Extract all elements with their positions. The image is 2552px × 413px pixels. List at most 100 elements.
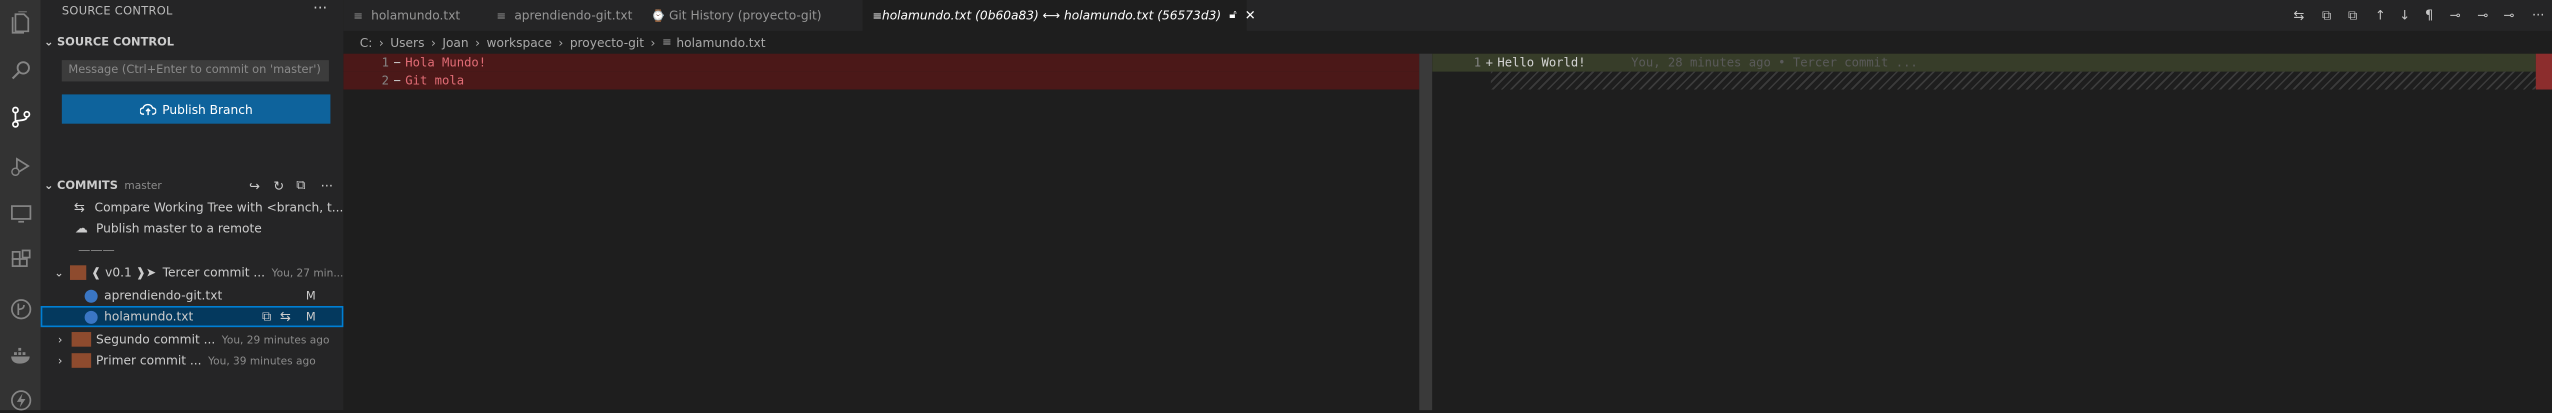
publish-branch-button[interactable]: Publish Branch: [61, 94, 331, 124]
status-badge: M: [305, 288, 316, 302]
commit-icon[interactable]: ⊸: [2474, 7, 2492, 25]
cloud-upload-icon: [139, 103, 156, 116]
editor-tab-bar: ≡ holamundo.txt ≡ aprendiendo-git.txt ⌚ …: [343, 0, 2552, 31]
file-row[interactable]: holamundo.txt ⧉ ⇆ M: [40, 305, 344, 328]
commit-row[interactable]: › Segundo commit ... You, 29 minutes ago: [41, 329, 344, 350]
tab-aprendiendo-git[interactable]: ≡ aprendiendo-git.txt: [496, 0, 651, 31]
commit-row[interactable]: › Primer commit ... You, 39 minutes ago: [41, 350, 344, 371]
line-text: Hello World!: [1497, 55, 1586, 70]
scm-section-header[interactable]: ⌄ SOURCE CONTROL: [41, 33, 344, 53]
chevron-down-icon: ⌄: [44, 179, 54, 193]
open-file-icon[interactable]: ⧉: [2318, 7, 2336, 25]
git-graph-icon[interactable]: [7, 295, 35, 323]
refresh-icon[interactable]: ↻: [273, 178, 284, 193]
commit-next-icon[interactable]: ⊸: [2500, 7, 2518, 25]
commit-prev-icon[interactable]: ⊸: [2446, 7, 2464, 25]
commits-section-header[interactable]: ⌄ COMMITS master ↪ ↻ ⧉ ···: [41, 176, 344, 196]
arrow-up-icon[interactable]: ↑: [2371, 7, 2389, 25]
file-row[interactable]: aprendiendo-git.txt M: [41, 285, 344, 306]
commits-section-label: COMMITS: [56, 179, 118, 193]
avatar: [69, 265, 87, 280]
tab-git-history[interactable]: ⌚ Git History (proyecto-git): [651, 0, 856, 31]
remote-explorer-icon[interactable]: [7, 199, 35, 227]
more-actions-icon[interactable]: ···: [313, 2, 327, 18]
added-mark: +: [1485, 55, 1493, 70]
publish-remote-label: Publish master to a remote: [96, 221, 262, 237]
commit-message-input[interactable]: Message (Ctrl+Enter to commit on 'master…: [61, 60, 329, 82]
switch-branch-icon[interactable]: ↪: [249, 178, 260, 193]
tab-diff[interactable]: ≡ holamundo.txt (0b60a83) ⟷ holamundo.tx…: [862, 0, 1256, 31]
file-icon: ≡: [496, 8, 506, 22]
breadcrumb-item[interactable]: workspace: [487, 35, 552, 50]
deleted-line: 2 − Git mola: [343, 71, 1420, 90]
commit-tag: ❰ v0.1 ❱➤: [91, 265, 157, 280]
removed-mark: −: [393, 73, 401, 88]
scm-section-label: SOURCE CONTROL: [56, 35, 175, 49]
line-text: Hola Mundo!: [405, 55, 487, 70]
diff-splitter[interactable]: [1419, 53, 1433, 411]
breadcrumb-item[interactable]: holamundo.txt: [676, 35, 765, 50]
breadcrumb-item[interactable]: proyecto-git: [570, 35, 644, 50]
open-changes-icon[interactable]: ⧉: [2344, 7, 2362, 25]
chevron-right-icon: ›: [650, 34, 656, 50]
git-compare-icon[interactable]: ⇆: [2290, 7, 2308, 25]
commit-meta: You, 29 minutes ago: [221, 332, 330, 346]
run-debug-icon[interactable]: [7, 151, 35, 179]
breadcrumb: C: › Users › Joan › workspace › proyecto…: [343, 31, 2552, 54]
tab-label: Git History (proyecto-git): [668, 8, 822, 23]
explorer-icon[interactable]: [7, 8, 35, 36]
file-icon: ≡: [353, 8, 363, 22]
search-icon[interactable]: [7, 55, 35, 83]
open-file-icon[interactable]: ⧉: [262, 308, 271, 324]
compare-icon[interactable]: ⇆: [280, 309, 291, 324]
commit-title: Primer commit ...: [96, 353, 202, 368]
close-icon[interactable]: ✕: [1245, 8, 1256, 23]
commit-row[interactable]: ⌄ ❰ v0.1 ❱➤ Tercer commit ... You, 27 mi…: [41, 262, 344, 283]
arrow-down-icon[interactable]: ↓: [2396, 7, 2414, 25]
chevron-down-icon: ⌄: [54, 266, 64, 280]
compare-working-tree-item[interactable]: ⇆ Compare Working Tree with <branch, t..…: [41, 197, 344, 218]
commit-meta: You, 39 minutes ago: [208, 354, 316, 368]
toggle-whitespace-icon[interactable]: ¶: [2420, 7, 2438, 25]
breadcrumb-item[interactable]: C:: [360, 35, 373, 50]
chevron-right-icon: ›: [558, 34, 564, 50]
status-badge: M: [305, 310, 316, 324]
diff-original-editor[interactable]: 1 − Hola Mundo! 2 − Git mola: [343, 53, 1420, 411]
commits-branch: master: [124, 179, 162, 193]
history-icon: ⌚: [651, 8, 666, 22]
collapse-all-icon[interactable]: ⧉: [296, 177, 305, 193]
source-control-icon[interactable]: [7, 103, 35, 131]
blame-annotation: You, 28 minutes ago • Tercer commit ...: [1631, 55, 1918, 70]
chevron-right-icon: ›: [57, 332, 63, 346]
file-name: holamundo.txt: [104, 309, 194, 324]
commit-meta: You, 27 min...: [271, 266, 344, 280]
source-control-sidebar: SOURCE CONTROL ··· ⌄ SOURCE CONTROL Mess…: [40, 0, 344, 411]
tab-label: aprendiendo-git.txt: [514, 8, 633, 23]
publish-remote-item[interactable]: ☁ Publish master to a remote: [41, 218, 344, 239]
chevron-right-icon: ›: [430, 34, 436, 50]
avatar: [71, 353, 92, 368]
breadcrumb-item[interactable]: Joan: [442, 35, 468, 50]
more-actions-icon[interactable]: ···: [2529, 7, 2547, 25]
tab-label: holamundo.txt (0b60a83) ⟷ holamundo.txt …: [881, 8, 1222, 23]
lock-icon: 🔓︎: [1229, 8, 1237, 22]
line-text: Git mola: [405, 73, 465, 88]
more-actions-icon[interactable]: ···: [321, 178, 333, 193]
compare-label: Compare Working Tree with <branch, t...: [94, 200, 344, 215]
extensions-icon[interactable]: [7, 246, 35, 274]
chevron-right-icon: ›: [475, 34, 481, 50]
sidebar-title: SOURCE CONTROL: [61, 4, 173, 18]
commit-title: Tercer commit ...: [162, 265, 266, 280]
diff-placeholder-hatch: [1490, 71, 2546, 90]
file-icon: [84, 288, 98, 302]
chevron-down-icon: ⌄: [44, 35, 54, 49]
docker-icon[interactable]: [7, 342, 35, 370]
added-line: 1 + Hello World! You, 28 minutes ago • T…: [1432, 53, 2536, 72]
lightning-icon[interactable]: [7, 386, 35, 413]
compare-icon: ⇆: [73, 200, 85, 215]
diff-modified-editor[interactable]: 1 + Hello World! You, 28 minutes ago • T…: [1432, 53, 2552, 411]
tab-holamundo[interactable]: ≡ holamundo.txt: [353, 0, 493, 31]
cloud-upload-icon: ☁: [74, 221, 88, 237]
breadcrumb-item[interactable]: Users: [390, 35, 424, 50]
file-icon: ≡: [872, 8, 882, 22]
